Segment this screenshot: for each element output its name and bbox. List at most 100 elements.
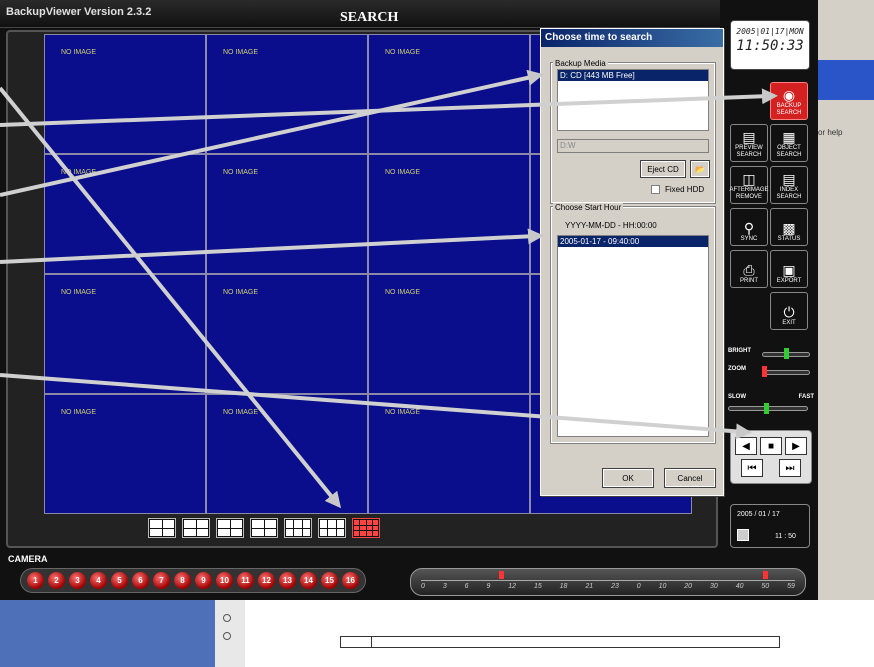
video-cell[interactable]: NO IMAGE — [44, 394, 206, 514]
eject-cd-button[interactable]: Eject CD — [640, 160, 686, 178]
speed-knob[interactable] — [764, 403, 769, 414]
status-bars-icon: ▩ — [782, 220, 796, 236]
calendar-icon[interactable] — [737, 529, 749, 541]
timeline-label: 3 — [442, 583, 447, 590]
start-hour-list[interactable]: 2005-01-17 - 09:40:00 — [557, 235, 709, 437]
timeline-end-marker[interactable] — [763, 571, 768, 579]
video-cell[interactable]: NO IMAGE — [206, 274, 368, 394]
document-table-row — [340, 636, 780, 648]
camera-8-button[interactable]: 8 — [174, 572, 191, 589]
cell-label: NO IMAGE — [385, 169, 421, 176]
export-button[interactable]: ▣ EXPORT — [770, 250, 808, 288]
camera-4-button[interactable]: 4 — [90, 572, 107, 589]
timeline-label: 12 — [508, 583, 517, 590]
layout-sixteen-button[interactable] — [352, 518, 380, 538]
video-cell[interactable]: NO IMAGE — [44, 274, 206, 394]
camera-14-button[interactable]: 14 — [300, 572, 317, 589]
choose-time-dialog: Choose time to search Backup Media D: CD… — [540, 28, 724, 496]
video-cell[interactable]: NO IMAGE — [44, 154, 206, 274]
camera-9-button[interactable]: 9 — [195, 572, 212, 589]
step-forward-button[interactable]: ⏭ — [779, 459, 801, 477]
cell-label: NO IMAGE — [223, 289, 259, 296]
camera-buttons: 1 2 3 4 5 6 7 8 9 10 11 12 13 14 15 16 — [20, 568, 366, 593]
status-button[interactable]: ▩ STATUS — [770, 208, 808, 246]
cell-label: NO IMAGE — [385, 49, 421, 56]
object-search-label: OBJECT SEARCH — [776, 145, 802, 158]
sync-icon: ⚲ — [743, 220, 755, 236]
video-cell[interactable]: NO IMAGE — [206, 394, 368, 514]
timeline-label: 20 — [684, 583, 693, 590]
fast-label: FAST — [798, 394, 814, 400]
folder-button[interactable]: 📂 — [690, 160, 710, 178]
layout-quad-b-button[interactable] — [182, 518, 210, 538]
status-label: STATUS — [777, 236, 801, 242]
layout-quad-a-button[interactable] — [148, 518, 176, 538]
camera-10-button[interactable]: 10 — [216, 572, 233, 589]
timeline-start-marker[interactable] — [499, 571, 504, 579]
cell-label: NO IMAGE — [385, 409, 421, 416]
camera-1-button[interactable]: 1 — [27, 572, 44, 589]
camera-3-button[interactable]: 3 — [69, 572, 86, 589]
background-help-text: or help — [818, 128, 843, 137]
camera-13-button[interactable]: 13 — [279, 572, 296, 589]
video-cell[interactable]: NO IMAGE — [368, 154, 530, 274]
afterimage-remove-label: AFTERIMAGE REMOVE — [729, 187, 769, 200]
floppy-icon: ▣ — [782, 262, 796, 278]
playback-controls: ◀ ■ ▶ ⏮ ⏭ — [730, 430, 812, 484]
stop-button[interactable]: ■ — [760, 437, 782, 455]
camera-16-button[interactable]: 16 — [342, 572, 359, 589]
camera-2-button[interactable]: 2 — [48, 572, 65, 589]
speed-slider[interactable]: SLOW FAST — [728, 394, 814, 418]
camera-7-button[interactable]: 7 — [153, 572, 170, 589]
video-cell[interactable]: NO IMAGE — [44, 34, 206, 154]
fixed-hdd-checkbox[interactable] — [651, 185, 660, 194]
fixed-hdd-label: Fixed HDD — [665, 185, 705, 194]
backup-media-list[interactable]: D: CD [443 MB Free] — [557, 69, 709, 131]
mode-title: SEARCH — [340, 10, 399, 25]
zoom-knob[interactable] — [762, 366, 767, 377]
sync-label: SYNC — [740, 236, 758, 242]
timeline-bar[interactable]: 0 3 6 9 12 15 18 21 23 0 10 20 30 40 50 … — [410, 568, 806, 596]
timeline-label: 15 — [533, 583, 542, 590]
background-document — [0, 600, 874, 667]
video-cell[interactable]: NO IMAGE — [206, 154, 368, 274]
print-button[interactable]: ⎙ PRINT — [730, 250, 768, 288]
play-reverse-button[interactable]: ◀ — [735, 437, 757, 455]
index-search-button[interactable]: ▤ INDEX SEARCH — [770, 166, 808, 204]
afterimage-remove-button[interactable]: ◫ AFTERIMAGE REMOVE — [729, 166, 769, 204]
ok-button[interactable]: OK — [602, 468, 654, 488]
hour-item[interactable]: 2005-01-17 - 09:40:00 — [558, 236, 708, 247]
backup-search-label: BACKUP SEARCH — [776, 103, 802, 116]
exit-button[interactable]: ⏻ EXIT — [770, 292, 808, 330]
preview-search-button[interactable]: ▤ PREVIEW SEARCH — [730, 124, 768, 162]
layout-nine-a-button[interactable] — [284, 518, 312, 538]
camera-5-button[interactable]: 5 — [111, 572, 128, 589]
bright-slider[interactable]: BRIGHT — [728, 348, 814, 360]
object-search-button[interactable]: ▦ OBJECT SEARCH — [770, 124, 808, 162]
video-cell[interactable]: NO IMAGE — [368, 274, 530, 394]
layout-quad-d-button[interactable] — [250, 518, 278, 538]
camera-label: CAMERA — [8, 554, 48, 564]
layout-quad-c-button[interactable] — [216, 518, 244, 538]
backup-search-button[interactable]: ◉ BACKUP SEARCH — [770, 82, 808, 120]
bright-knob[interactable] — [784, 348, 789, 359]
timeline-label: 40 — [735, 583, 744, 590]
camera-15-button[interactable]: 15 — [321, 572, 338, 589]
camera-12-button[interactable]: 12 — [258, 572, 275, 589]
drive-field[interactable]: D:W — [557, 139, 709, 153]
camera-6-button[interactable]: 6 — [132, 572, 149, 589]
play-button[interactable]: ▶ — [785, 437, 807, 455]
sync-button[interactable]: ⚲ SYNC — [730, 208, 768, 246]
video-cell[interactable]: NO IMAGE — [368, 34, 530, 154]
zoom-slider[interactable]: ZOOM — [728, 366, 814, 378]
video-cell[interactable]: NO IMAGE — [368, 394, 530, 514]
camera-11-button[interactable]: 11 — [237, 572, 254, 589]
video-cell[interactable]: NO IMAGE — [206, 34, 368, 154]
step-back-button[interactable]: ⏮ — [741, 459, 763, 477]
folder-icon: 📂 — [695, 165, 705, 174]
cancel-button[interactable]: Cancel — [664, 468, 716, 488]
media-item[interactable]: D: CD [443 MB Free] — [558, 70, 708, 81]
layout-nine-b-button[interactable] — [318, 518, 346, 538]
timeline-label: 10 — [658, 583, 667, 590]
preview-search-label: PREVIEW SEARCH — [735, 145, 763, 158]
